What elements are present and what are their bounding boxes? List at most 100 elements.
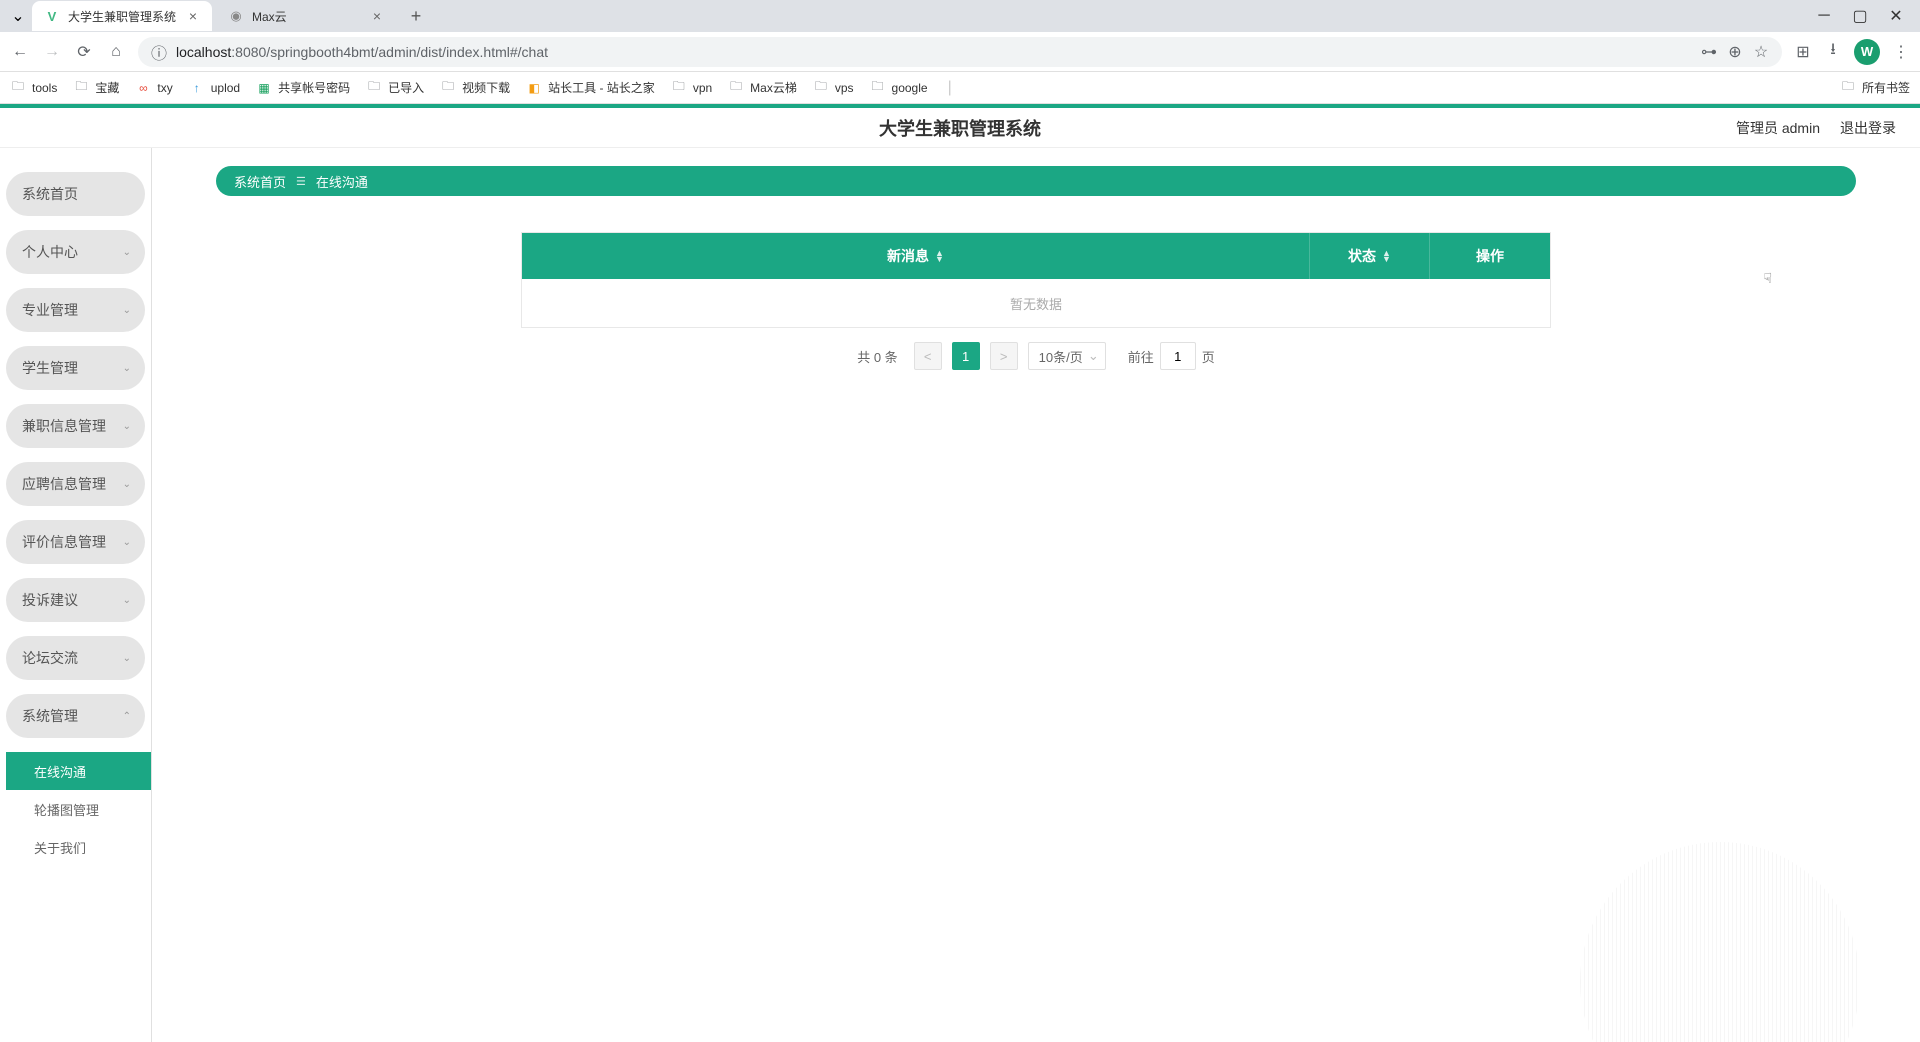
folder-icon: 🗀 [366,80,382,96]
bookmark-item[interactable]: 🗀视频下载 [440,79,510,96]
next-page-button[interactable]: > [990,342,1018,370]
bookmarks-bar: 🗀tools 🗀宝藏 ∞txy ↑uplod ▦共享帐号密码 🗀已导入 🗀视频下… [0,72,1920,104]
submenu-carousel[interactable]: 轮播图管理 [6,790,151,828]
submenu: 在线沟通 轮播图管理 关于我们 [6,752,151,866]
breadcrumb-sep-icon: ☰ [296,175,306,188]
app-title: 大学生兼职管理系统 [879,115,1041,141]
bookmark-item[interactable]: 🗀vps [813,80,854,96]
sidebar-item-system[interactable]: 系统管理⌃ [6,694,145,738]
breadcrumb-current: 在线沟通 [316,172,368,191]
sidebar-item-review[interactable]: 评价信息管理⌄ [6,520,145,564]
browser-tab-bar: ⌄ V 大学生兼职管理系统 × ◉ Max云 × + ─ ▢ ✕ [0,0,1920,32]
maximize-icon[interactable]: ▢ [1848,4,1872,28]
sidebar-item-home[interactable]: 系统首页 [6,172,145,216]
bookmark-item[interactable]: ▦共享帐号密码 [256,79,350,96]
folder-icon: 🗀 [10,80,26,96]
chevron-down-icon: ⌄ [123,595,131,606]
separator: | [948,79,952,97]
bookmark-item[interactable]: 🗀tools [10,80,57,96]
sort-icon: ▲▼ [1382,250,1391,262]
chevron-down-icon: ⌄ [123,247,131,258]
back-icon[interactable]: ← [10,42,30,62]
page-goto: 前往 页 [1128,342,1215,370]
close-window-icon[interactable]: ✕ [1884,4,1908,28]
admin-label[interactable]: 管理员 admin [1736,118,1820,138]
folder-icon: 🗀 [440,80,456,96]
sidebar-item-complaint[interactable]: 投诉建议⌄ [6,578,145,622]
data-table: 新消息 ▲▼ 状态 ▲▼ 操作 暂无数据 [521,232,1551,328]
folder-icon: 🗀 [73,80,89,96]
star-icon[interactable]: ☆ [1752,43,1770,61]
folder-icon: 🗀 [870,80,886,96]
sidebar-item-student[interactable]: 学生管理⌄ [6,346,145,390]
sidebar: 系统首页 个人中心⌄ 专业管理⌄ 学生管理⌄ 兼职信息管理⌄ 应聘信息管理⌄ 评… [0,148,152,1042]
menu-icon[interactable]: ⋮ [1892,43,1910,61]
chevron-down-icon: ⌄ [123,305,131,316]
extensions-icon[interactable]: ⊞ [1794,43,1812,61]
content-area: 系统首页 ☰ 在线沟通 新消息 ▲▼ 状态 ▲▼ 操作 [152,148,1920,1042]
tab-dropdown-icon[interactable]: ⌄ [8,6,28,26]
submenu-chat[interactable]: 在线沟通 [6,752,151,790]
install-icon[interactable]: ⊕ [1726,43,1744,61]
pagination-total: 共 0 条 [857,347,897,366]
tool-icon: ◧ [526,80,542,96]
url-text: localhost:8080/springbooth4bmt/admin/dis… [176,44,1692,60]
submenu-about[interactable]: 关于我们 [6,828,151,866]
profile-avatar[interactable]: W [1854,39,1880,65]
logout-link[interactable]: 退出登录 [1840,118,1896,138]
page-number-button[interactable]: 1 [952,342,980,370]
sidebar-item-major[interactable]: 专业管理⌄ [6,288,145,332]
bookmark-item[interactable]: 🗀宝藏 [73,79,119,96]
new-tab-button[interactable]: + [402,2,430,30]
close-icon[interactable]: × [186,9,200,23]
sidebar-item-forum[interactable]: 论坛交流⌄ [6,636,145,680]
app-header: 大学生兼职管理系统 管理员 admin 退出登录 [0,108,1920,148]
column-action: 操作 [1430,233,1550,279]
table-wrap: 新消息 ▲▼ 状态 ▲▼ 操作 暂无数据 共 0 条 [521,232,1551,370]
sort-icon: ▲▼ [935,250,944,262]
browser-tab-inactive[interactable]: ◉ Max云 × [216,1,396,31]
folder-icon: 🗀 [671,80,687,96]
pagination: 共 0 条 < 1 > 10条/页 前往 页 [521,342,1551,370]
browser-tab-active[interactable]: V 大学生兼职管理系统 × [32,1,212,31]
url-bar[interactable]: ⓘ localhost:8080/springbooth4bmt/admin/d… [138,37,1782,67]
sidebar-item-apply[interactable]: 应聘信息管理⌄ [6,462,145,506]
folder-icon: 🗀 [1840,80,1856,96]
bookmark-item[interactable]: 🗀已导入 [366,79,424,96]
main-layout: 系统首页 个人中心⌄ 专业管理⌄ 学生管理⌄ 兼职信息管理⌄ 应聘信息管理⌄ 评… [0,148,1920,1042]
column-message[interactable]: 新消息 ▲▼ [522,233,1310,279]
upload-icon: ↑ [189,80,205,96]
forward-icon[interactable]: → [42,42,62,62]
sidebar-item-profile[interactable]: 个人中心⌄ [6,230,145,274]
table-empty: 暂无数据 [522,279,1550,327]
prev-page-button[interactable]: < [914,342,942,370]
bookmark-item[interactable]: ↑uplod [189,80,240,96]
bookmark-item[interactable]: 🗀Max云梯 [728,79,797,96]
page-size-select[interactable]: 10条/页 [1028,342,1106,370]
sheet-icon: ▦ [256,80,272,96]
chevron-up-icon: ⌃ [123,711,131,722]
chevron-down-icon: ⌄ [123,653,131,664]
chevron-down-icon: ⌄ [123,363,131,374]
bookmark-item[interactable]: ∞txy [135,80,172,96]
site-info-icon[interactable]: ⓘ [150,43,168,61]
reload-icon[interactable]: ⟳ [74,42,94,62]
goto-input[interactable] [1160,342,1196,370]
minimize-icon[interactable]: ─ [1812,4,1836,28]
vue-icon: V [44,8,60,24]
breadcrumb-home[interactable]: 系统首页 [234,172,286,191]
bookmark-item[interactable]: ◧站长工具 - 站长之家 [526,79,655,96]
home-icon[interactable]: ⌂ [106,42,126,62]
chevron-down-icon: ⌄ [123,537,131,548]
key-icon[interactable]: ⊶ [1700,43,1718,61]
all-bookmarks[interactable]: 🗀所有书签 [1840,79,1910,96]
column-status[interactable]: 状态 ▲▼ [1310,233,1430,279]
folder-icon: 🗀 [813,80,829,96]
downloads-icon[interactable]: ⭳ [1824,43,1842,61]
bookmark-item[interactable]: 🗀google [870,80,928,96]
sidebar-item-parttime[interactable]: 兼职信息管理⌄ [6,404,145,448]
close-icon[interactable]: × [370,9,384,23]
globe-icon: ◉ [228,8,244,24]
bookmark-item[interactable]: 🗀vpn [671,80,712,96]
cursor-icon: ☟ [1763,270,1772,287]
